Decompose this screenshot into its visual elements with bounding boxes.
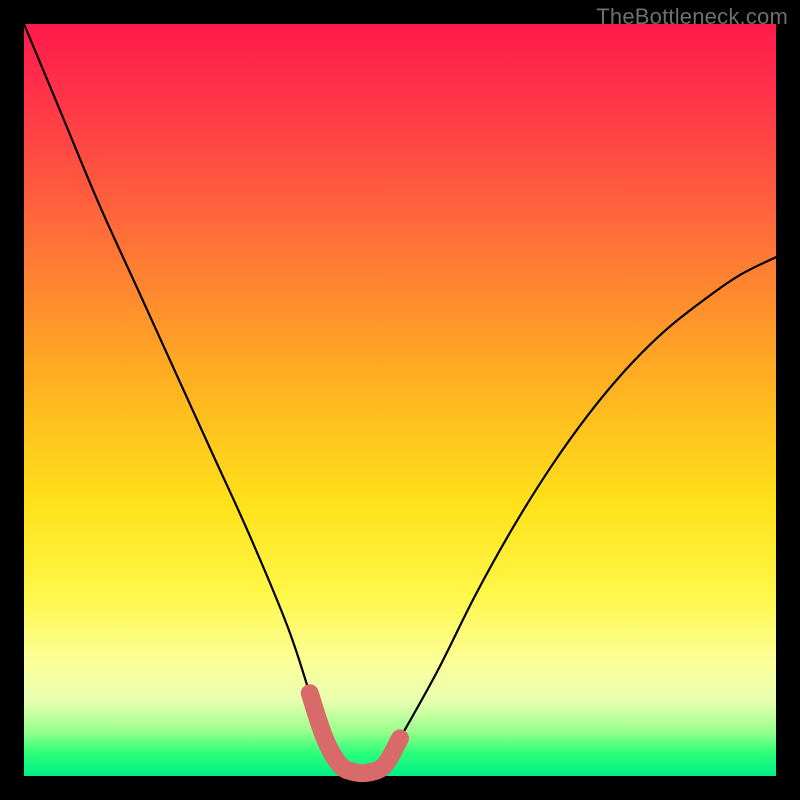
chart-area bbox=[24, 24, 776, 776]
valley-highlight bbox=[310, 693, 400, 773]
bottleneck-plot bbox=[24, 24, 776, 776]
bottleneck-curve bbox=[24, 24, 776, 773]
watermark-text: TheBottleneck.com bbox=[596, 4, 788, 30]
